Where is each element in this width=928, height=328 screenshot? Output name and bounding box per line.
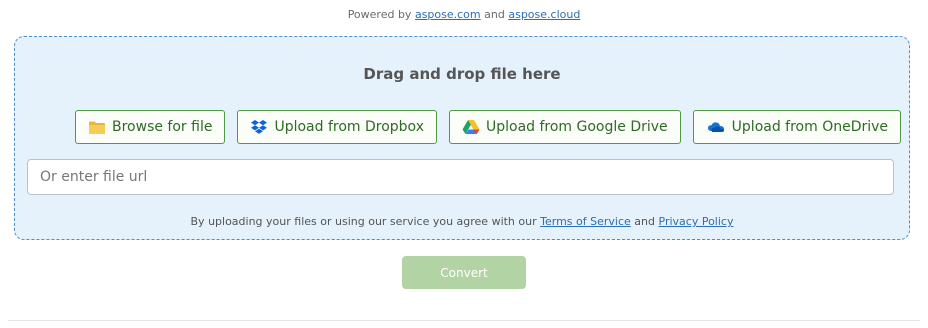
powered-by-line: Powered by aspose.com and aspose.cloud [0,8,928,21]
browse-file-label: Browse for file [112,119,213,135]
privacy-policy-link[interactable]: Privacy Policy [659,215,734,228]
browse-file-button[interactable]: Browse for file [75,110,226,144]
agreement-prefix: By uploading your files or using our ser… [190,215,537,228]
onedrive-icon [706,120,726,134]
onedrive-upload-button[interactable]: Upload from OneDrive [692,110,902,144]
aspose-cloud-link[interactable]: aspose.cloud [508,8,580,21]
bottom-divider [8,320,920,321]
folder-icon [88,120,106,135]
agreement-conj: and [634,215,655,228]
powered-by-prefix: Powered by [347,8,412,21]
agreement-text: By uploading your files or using our ser… [15,215,909,228]
file-url-input[interactable] [27,159,894,195]
dropbox-upload-button[interactable]: Upload from Dropbox [237,110,437,144]
upload-buttons-row: Browse for file Upload from Dropbox Uplo… [75,110,902,144]
powered-by-conj: and [484,8,505,21]
terms-of-service-link[interactable]: Terms of Service [540,215,631,228]
dropbox-upload-label: Upload from Dropbox [274,119,424,135]
drop-zone-title: Drag and drop file here [363,65,561,83]
convert-button[interactable]: Convert [402,256,526,289]
aspose-com-link[interactable]: aspose.com [415,8,481,21]
dropbox-icon [250,119,268,135]
google-drive-upload-button[interactable]: Upload from Google Drive [448,110,681,144]
onedrive-upload-label: Upload from OneDrive [731,119,889,135]
file-drop-zone[interactable]: Drag and drop file here Browse for file [14,36,910,240]
google-drive-upload-label: Upload from Google Drive [485,119,668,135]
google-drive-icon [462,119,480,135]
